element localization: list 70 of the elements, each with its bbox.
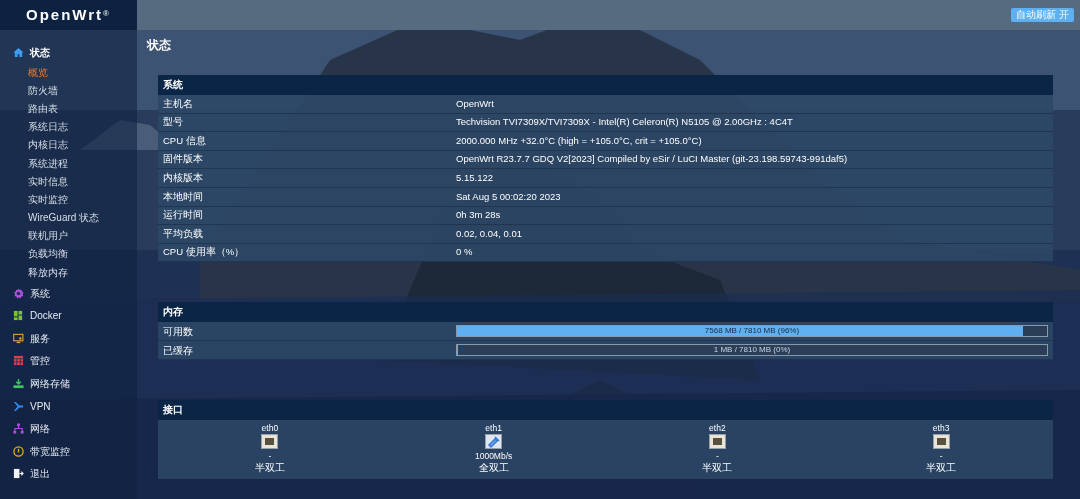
port-speed: 1000Mb/s	[474, 451, 513, 463]
port-speed: -	[939, 451, 943, 463]
section-header: 内存	[158, 302, 1053, 323]
sidebar-item[interactable]: 带宽监控	[13, 440, 137, 463]
sidebar-item[interactable]: 系统	[13, 281, 137, 305]
row-label: 本地时间	[162, 189, 204, 204]
section-header: 接口	[158, 400, 1053, 421]
row-label: 可用数	[162, 324, 194, 339]
row-label: 主机名	[162, 96, 194, 111]
sidebar-subitem[interactable]: 实时信息	[28, 172, 137, 191]
row-label: 型号	[162, 115, 184, 130]
row-value: 0h 3m 28s	[456, 208, 501, 223]
port-duplex: 全双工	[478, 462, 509, 474]
sidebar-item[interactable]: 状态	[13, 41, 137, 64]
progress-reading: 1 MB / 7810 MB (0%)	[712, 345, 792, 356]
row-label: 内核版本	[162, 171, 204, 186]
row-value: 2000.000 MHz +32.0°C (high = +105.0°C, crit = +105.0°C)	[456, 133, 702, 148]
sidebar-subitem[interactable]: 路由表	[28, 99, 137, 119]
row-value: 5.15.122	[456, 171, 493, 186]
row-label: 已缓存	[162, 343, 194, 358]
port-speed: -	[268, 451, 272, 463]
section-header: 系统	[158, 75, 1053, 95]
sidebar-subitem[interactable]: 负载均衡	[28, 245, 137, 264]
grid-icon	[13, 310, 24, 322]
port-duplex: 半双工	[926, 462, 957, 474]
settings-icon	[13, 287, 24, 299]
port-name: eth2	[709, 423, 726, 435]
sidebar-subitem[interactable]: 实时监控	[28, 190, 137, 210]
sidebar-item[interactable]: 管控	[13, 349, 137, 373]
network-icon	[13, 423, 24, 435]
sidebar-subitem[interactable]: 防火墙	[28, 81, 137, 100]
sidebar-subitem[interactable]: WireGuard 状态	[28, 209, 137, 228]
sidebar-item[interactable]: Docker	[13, 304, 137, 328]
row-value: Techvision TVI7309X/TVI7309X - Intel(R) Celeron(R) N5105 @ 2.00GHz : 4C4T	[456, 115, 793, 130]
sidebar-item[interactable]: 网络	[13, 417, 137, 440]
port-duplex: 半双工	[254, 462, 285, 474]
sidebar-subitem[interactable]: 联机用户	[28, 227, 137, 246]
monitor-icon	[13, 332, 24, 344]
row-value: OpenWrt R23.7.7 GDQ V2[2023] Compiled by eSir / LuCI Master (git-23.198.59743-991daf5)	[456, 152, 848, 167]
sidebar-subitem[interactable]: 系统日志	[28, 118, 137, 137]
port-name: eth1	[485, 423, 502, 435]
download-icon	[13, 378, 24, 389]
row-label: 固件版本	[162, 152, 204, 167]
gauge-icon	[13, 445, 24, 457]
sidebar-item[interactable]: VPN	[13, 394, 137, 418]
row-value: 0.02, 0.04, 0.01	[456, 226, 523, 241]
sidebar-item[interactable]: 网络存储	[13, 372, 137, 395]
row-label: 运行时间	[162, 208, 204, 223]
row-label: 平均负载	[162, 226, 204, 241]
port-name: eth0	[261, 423, 279, 435]
logo[interactable]: OpenWrt$^{®}$	[26, 3, 111, 27]
logout-icon	[13, 468, 24, 480]
port-name: eth3	[932, 423, 950, 435]
row-value: OpenWrt	[456, 96, 494, 111]
row-value: 0 %	[456, 245, 473, 260]
sidebar-subitem[interactable]: 释放内存	[28, 263, 137, 282]
progress-reading: 7568 MB / 7810 MB (96%)	[703, 326, 801, 337]
port-duplex: 半双工	[702, 462, 733, 474]
row-value: Sat Aug 5 00:02:20 2023	[456, 189, 561, 204]
row-label: CPU 使用率（%）	[162, 245, 246, 260]
row-label: CPU 信息	[162, 133, 207, 148]
sidebar-subitem[interactable]: 系统进程	[28, 154, 137, 173]
calendar-icon	[13, 355, 24, 367]
port-speed: -	[715, 451, 719, 463]
home-icon	[13, 46, 24, 58]
sidebar-item[interactable]: 退出	[13, 462, 137, 486]
sidebar-subitem[interactable]: 内核日志	[28, 136, 137, 155]
sidebar-subitem[interactable]: 概览	[28, 63, 137, 82]
sidebar-item[interactable]: 服务	[13, 327, 137, 350]
page-title: 状态	[147, 37, 172, 54]
